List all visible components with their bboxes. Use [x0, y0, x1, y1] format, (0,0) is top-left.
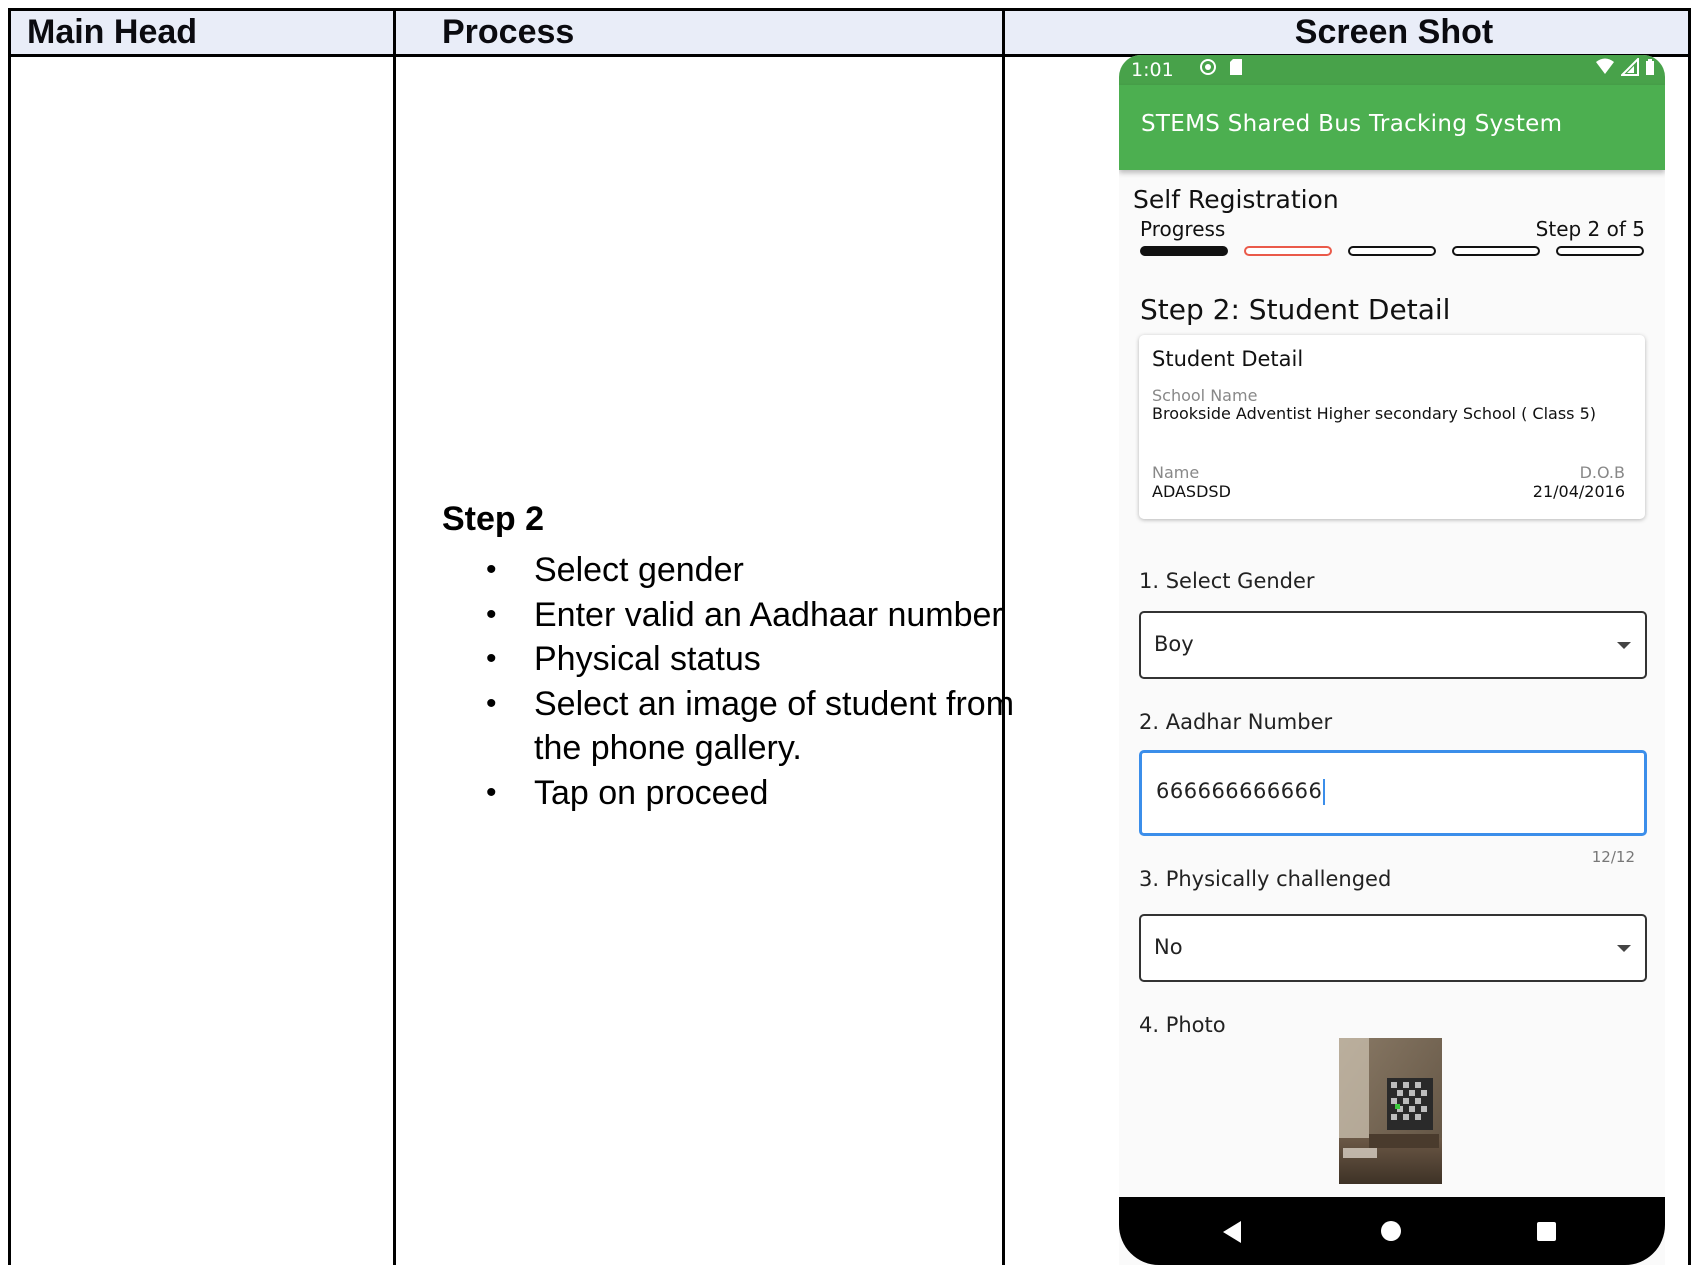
- back-icon[interactable]: [1223, 1221, 1241, 1243]
- bullet-icon: •: [486, 686, 497, 720]
- home-icon[interactable]: [1381, 1221, 1401, 1241]
- text-caret: [1323, 779, 1326, 805]
- aadhar-value: 666666666666: [1156, 779, 1323, 803]
- progress-label: Progress: [1140, 217, 1226, 241]
- photo-label: 4. Photo: [1139, 1013, 1226, 1037]
- registration-title: Self Registration: [1133, 185, 1339, 214]
- step-text: Physical status: [534, 640, 761, 678]
- dropdown-arrow-icon: [1617, 642, 1631, 649]
- gender-value: Boy: [1154, 632, 1194, 656]
- bullet-icon: •: [486, 553, 497, 586]
- progress-step-4: [1452, 246, 1540, 256]
- list-item: • Tap on proceed: [442, 771, 1062, 816]
- status-time: 1:01: [1131, 59, 1174, 81]
- status-bar: 1:01: [1119, 55, 1665, 85]
- header-screen-shot: Screen Shot: [1294, 13, 1494, 51]
- physical-select[interactable]: No: [1139, 914, 1647, 982]
- aadhar-label: 2. Aadhar Number: [1139, 710, 1333, 734]
- progress-step-2: [1244, 246, 1332, 256]
- bullet-icon: •: [486, 642, 497, 675]
- school-name-value: Brookside Adventist Higher secondary Sch…: [1152, 404, 1597, 423]
- student-name-value: ADASDSD: [1152, 482, 1231, 501]
- section-heading: Step 2: Student Detail: [1140, 293, 1451, 326]
- step-text: Tap on proceed: [534, 773, 769, 812]
- column-divider: [393, 11, 396, 1265]
- student-photo[interactable]: [1339, 1038, 1442, 1184]
- school-name-label: School Name: [1152, 386, 1258, 405]
- process-step-list: • Select gender • Enter valid an Aadhaar n…: [442, 548, 1062, 815]
- step-indicator: Step 2 of 5: [1535, 217, 1645, 241]
- progress-step-3: [1348, 246, 1436, 256]
- app-bar: STEMS Shared Bus Tracking System: [1119, 85, 1665, 170]
- gender-label: 1. Select Gender: [1139, 569, 1315, 593]
- aadhar-input[interactable]: 666666666666: [1139, 750, 1647, 836]
- progress-step-1: [1140, 246, 1228, 256]
- step-text: Select gender: [534, 551, 744, 589]
- bullet-icon: •: [486, 775, 497, 809]
- phone-screenshot: 1:01 STEMS Shared Bus Tracking System Se…: [1119, 55, 1665, 1265]
- gender-select[interactable]: Boy: [1139, 611, 1647, 679]
- bullet-icon: •: [486, 597, 497, 631]
- app-title: STEMS Shared Bus Tracking System: [1141, 111, 1563, 137]
- step-text: Select an image of student from the phon…: [534, 684, 1015, 768]
- signal-icon: [1621, 58, 1639, 76]
- sd-card-icon: [1230, 59, 1242, 75]
- location-icon: [1200, 59, 1216, 75]
- student-name-label: Name: [1152, 463, 1200, 482]
- list-item: • Select an image of student from the pho…: [442, 682, 1062, 771]
- header-main-head: Main Head: [27, 13, 198, 51]
- list-item: • Select gender: [442, 548, 1062, 593]
- card-title: Student Detail: [1152, 347, 1304, 371]
- android-nav-bar: [1119, 1197, 1665, 1265]
- physical-value: No: [1154, 935, 1183, 959]
- character-counter: 12/12: [1591, 848, 1635, 866]
- dob-value: 21/04/2016: [1532, 482, 1625, 501]
- table-header-row: Main Head Process Screen Shot: [11, 11, 1688, 57]
- list-item: • Enter valid an Aadhaar number: [442, 593, 1062, 638]
- progress-step-5: [1556, 246, 1644, 256]
- progress-steps: [1140, 246, 1644, 258]
- recent-apps-icon[interactable]: [1537, 1222, 1556, 1241]
- wifi-icon: [1596, 58, 1614, 74]
- battery-icon: [1646, 59, 1654, 75]
- list-item: • Physical status: [442, 637, 1062, 682]
- dob-label: D.O.B: [1579, 463, 1625, 482]
- process-step-title: Step 2: [442, 500, 545, 538]
- physical-label: 3. Physically challenged: [1139, 867, 1392, 891]
- student-detail-card: Student Detail School Name Brookside Adv…: [1139, 335, 1645, 519]
- dropdown-arrow-icon: [1617, 945, 1631, 952]
- header-process: Process: [442, 13, 575, 51]
- step-text: Enter valid an Aadhaar number: [534, 595, 1003, 634]
